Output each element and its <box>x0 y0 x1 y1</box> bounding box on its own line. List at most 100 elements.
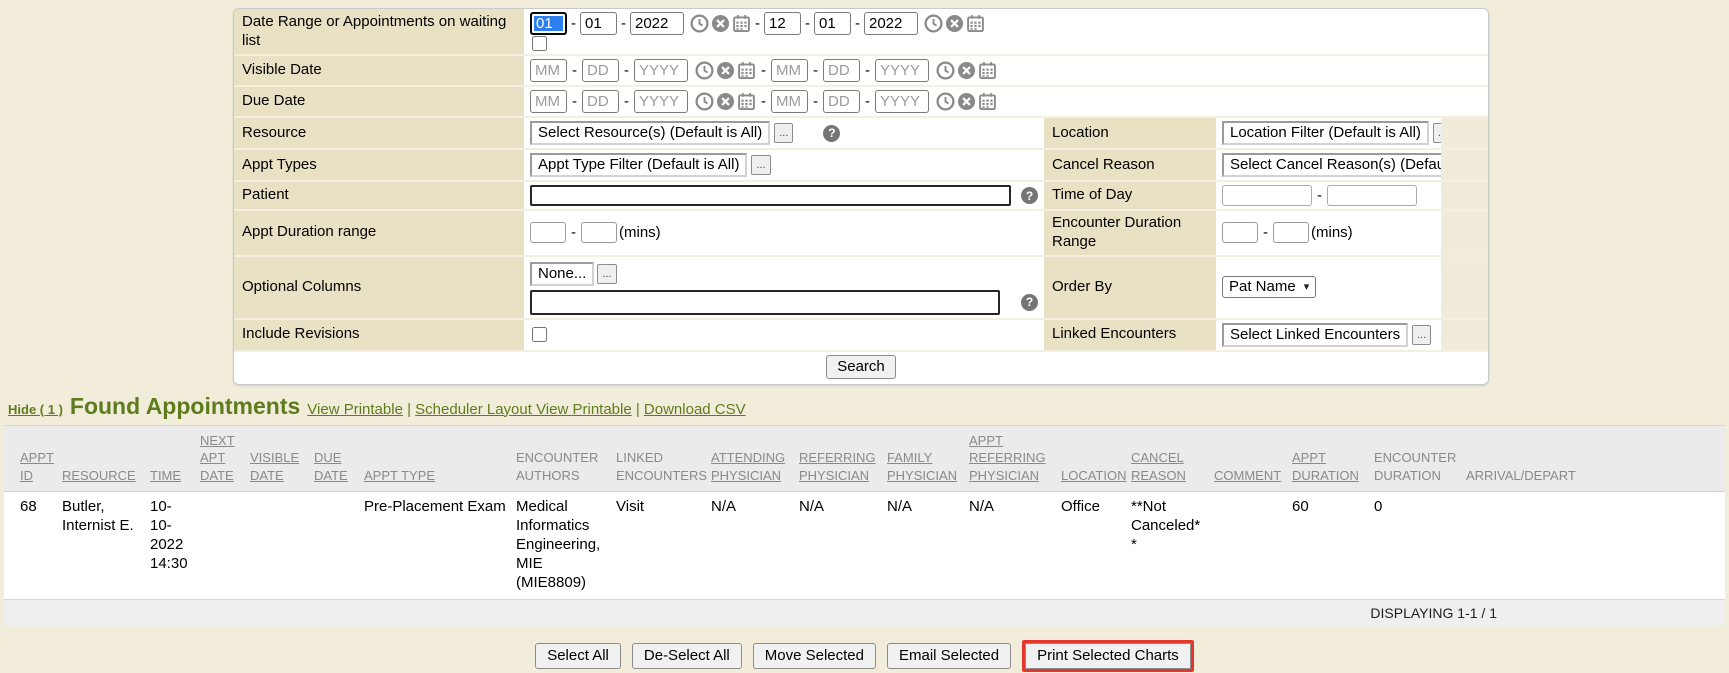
sort-link-due-date[interactable]: DUE DATE <box>314 450 348 483</box>
optional-columns-input[interactable] <box>530 290 1000 315</box>
hide-results-link[interactable]: Hide ( 1 ) <box>8 402 63 417</box>
clear-date-icon[interactable] <box>957 92 976 111</box>
visible-date-from-month-input[interactable] <box>530 59 567 82</box>
date-range-to-day-input[interactable] <box>814 12 851 35</box>
header-label-encounter-duration: ENCOUNTER DURATION <box>1374 450 1456 483</box>
resource-browse-button[interactable]: ... <box>774 123 793 143</box>
optional-columns-browse-button[interactable]: ... <box>597 264 616 284</box>
sort-link-location[interactable]: LOCATION <box>1061 468 1127 483</box>
waiting-list-checkbox[interactable] <box>532 36 547 51</box>
location-filter-select[interactable]: Location Filter (Default is All) <box>1222 121 1429 145</box>
clear-date-icon[interactable] <box>716 92 735 111</box>
visible-date-to-day-input[interactable] <box>823 59 860 82</box>
move-selected-button[interactable]: Move Selected <box>753 643 876 669</box>
visible-date-to-year-input[interactable] <box>875 59 929 82</box>
clear-date-icon[interactable] <box>957 61 976 80</box>
results-link-scheduler-layout-view-printable[interactable]: Scheduler Layout View Printable <box>415 401 632 418</box>
linked-encounters-browse-button[interactable]: ... <box>1412 325 1431 345</box>
results-link-download-csv[interactable]: Download CSV <box>644 401 746 418</box>
calendar-picker-icon[interactable] <box>966 14 985 33</box>
include-revisions-checkbox[interactable] <box>532 327 547 342</box>
sort-link-cancel-reason[interactable]: CANCEL REASON <box>1131 450 1186 483</box>
visible-date-from-day-input[interactable] <box>582 59 619 82</box>
optional-columns-help-icon[interactable]: ? <box>1021 294 1038 311</box>
due-date-to-year-input[interactable] <box>875 90 929 113</box>
sort-link-visible-date[interactable]: VISIBLE DATE <box>250 450 299 483</box>
calendar-picker-icon[interactable] <box>732 14 751 33</box>
displaying-count: DISPLAYING 1-1 / 1 <box>1370 605 1497 621</box>
sort-link-comment[interactable]: COMMENT <box>1214 468 1281 483</box>
sort-link-appt-id[interactable]: APPT ID <box>20 450 54 483</box>
sort-link-appt-referring-physician[interactable]: APPT REFERRING PHYSICIAN <box>969 433 1046 483</box>
form-row-patient-timeofday: Patient ? Time of Day - <box>234 182 1488 211</box>
date-separator: - <box>805 15 810 32</box>
due-date-from-year-input[interactable] <box>634 90 688 113</box>
time-of-day-to-input[interactable] <box>1327 185 1417 206</box>
time-picker-icon[interactable] <box>690 14 709 33</box>
date-range-to-month-input[interactable] <box>764 12 801 35</box>
appt-type-browse-button[interactable]: ... <box>751 155 770 175</box>
order-by-select[interactable]: Pat Name ▾ <box>1222 276 1316 298</box>
time-picker-icon[interactable] <box>924 14 943 33</box>
clear-date-icon[interactable] <box>711 14 730 33</box>
visible-date-to-month-input[interactable] <box>771 59 808 82</box>
due-date-from-month-input[interactable] <box>530 90 567 113</box>
cancel-reason-label: Cancel Reason <box>1044 150 1216 180</box>
sort-link-attending-physician[interactable]: ATTENDING PHYSICIAN <box>711 450 785 483</box>
optional-columns-select[interactable]: None... <box>530 262 594 286</box>
sort-link-referring-physician[interactable]: REFERRING PHYSICIAN <box>799 450 876 483</box>
patient-input[interactable] <box>530 185 1011 206</box>
sort-link-next-apt-date[interactable]: NEXT APT DATE <box>200 433 235 483</box>
print-selected-charts-button[interactable]: Print Selected Charts <box>1025 643 1191 669</box>
due-date-to-month-input[interactable] <box>771 90 808 113</box>
resource-filter-select[interactable]: Select Resource(s) (Default is All) <box>530 121 770 145</box>
range-separator: - <box>1263 224 1268 241</box>
resource-help-icon[interactable]: ? <box>823 125 840 142</box>
due-date-to-day-input[interactable] <box>823 90 860 113</box>
calendar-picker-icon[interactable] <box>978 61 997 80</box>
results-link-view-printable[interactable]: View Printable <box>307 401 403 418</box>
email-selected-button[interactable]: Email Selected <box>887 643 1011 669</box>
calendar-picker-icon[interactable] <box>737 92 756 111</box>
column-header-time: TIME <box>150 425 200 492</box>
sort-link-appt-type[interactable]: APPT TYPE <box>364 468 435 483</box>
time-picker-icon[interactable] <box>695 61 714 80</box>
date-separator: - <box>571 15 576 32</box>
calendar-picker-icon[interactable] <box>737 61 756 80</box>
date-range-from-day-input[interactable] <box>580 12 617 35</box>
time-picker-icon[interactable] <box>695 92 714 111</box>
visible-date-from-year-input[interactable] <box>634 59 688 82</box>
cell-encounter-authors: Medical Informatics Engineering, MIE (MI… <box>516 492 616 599</box>
cell-time: 10-10-2022 14:30 <box>150 492 200 599</box>
encounter-duration-to-input[interactable] <box>1273 222 1309 243</box>
form-row-revisions-linked: Include Revisions Linked Encounters Sele… <box>234 320 1488 352</box>
date-range-to-year-input[interactable] <box>864 12 918 35</box>
due-date-from-day-input[interactable] <box>582 90 619 113</box>
clear-date-icon[interactable] <box>716 61 735 80</box>
appt-duration-to-input[interactable] <box>581 222 617 243</box>
date-range-from-year-input[interactable] <box>630 12 684 35</box>
results-header: Hide ( 1 ) Found Appointments View Print… <box>8 394 1729 418</box>
time-picker-icon[interactable] <box>936 92 955 111</box>
date-range-from-month-input[interactable] <box>530 12 567 35</box>
search-button[interactable]: Search <box>826 355 896 379</box>
sort-link-appt-duration[interactable]: APPT DURATION <box>1292 450 1359 483</box>
de-select-all-button[interactable]: De-Select All <box>632 643 742 669</box>
due-date-cell: - - - - - <box>524 87 1489 116</box>
optional-columns-label: Optional Columns <box>234 257 524 318</box>
calendar-picker-icon[interactable] <box>978 92 997 111</box>
date-range-from-icons <box>690 14 751 33</box>
sort-link-family-physician[interactable]: FAMILY PHYSICIAN <box>887 450 957 483</box>
encounter-duration-from-input[interactable] <box>1222 222 1258 243</box>
appt-type-filter-select[interactable]: Appt Type Filter (Default is All) <box>530 153 747 177</box>
clear-date-icon[interactable] <box>945 14 964 33</box>
linked-encounters-select[interactable]: Select Linked Encounters <box>1222 323 1408 347</box>
appt-duration-from-input[interactable] <box>530 222 566 243</box>
time-picker-icon[interactable] <box>936 61 955 80</box>
sort-link-time[interactable]: TIME <box>150 468 181 483</box>
select-all-button[interactable]: Select All <box>535 643 621 669</box>
time-of-day-from-input[interactable] <box>1222 185 1312 206</box>
sort-link-resource[interactable]: RESOURCE <box>62 468 136 483</box>
date-separator: - <box>624 93 629 110</box>
patient-help-icon[interactable]: ? <box>1021 187 1038 204</box>
